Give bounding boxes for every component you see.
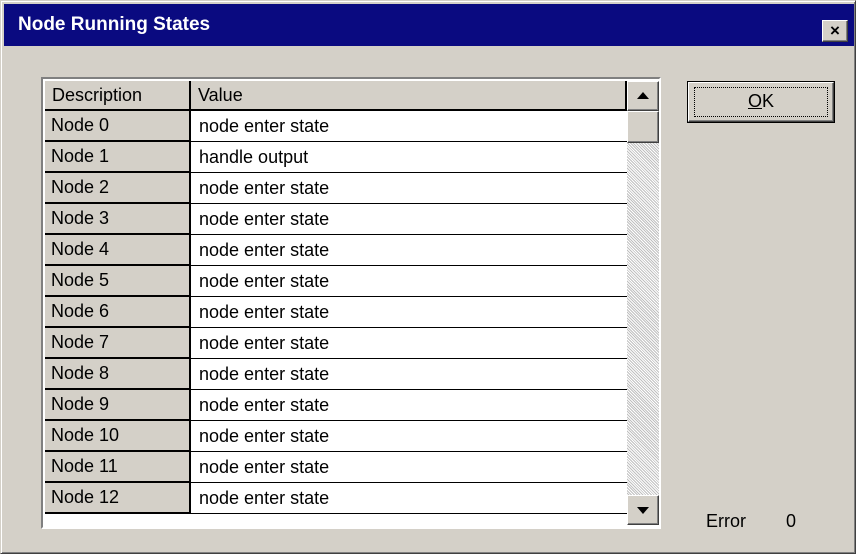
row-description[interactable]: Node 7 <box>45 328 191 359</box>
row-description[interactable]: Node 1 <box>45 142 191 173</box>
row-value[interactable]: node enter state <box>191 328 627 359</box>
row-value[interactable]: node enter state <box>191 390 627 421</box>
node-states-grid: Description Value Node 0 node enter state… <box>41 77 661 529</box>
row-description[interactable]: Node 5 <box>45 266 191 297</box>
ok-mnemonic: O <box>747 91 762 111</box>
row-description[interactable]: Node 11 <box>45 452 191 483</box>
close-button[interactable]: × <box>822 20 848 42</box>
row-value[interactable]: node enter state <box>191 359 627 390</box>
row-value[interactable]: node enter state <box>191 111 627 142</box>
vertical-scrollbar[interactable] <box>627 81 659 525</box>
error-label: Error <box>706 511 746 531</box>
scroll-up-button[interactable] <box>627 81 659 111</box>
row-value[interactable]: node enter state <box>191 297 627 328</box>
arrow-down-icon <box>637 507 649 514</box>
column-header-description[interactable]: Description <box>45 81 191 111</box>
row-value[interactable]: node enter state <box>191 483 627 514</box>
close-icon: × <box>830 21 840 40</box>
row-value[interactable]: handle output <box>191 142 627 173</box>
dialog-window: Node Running States × Description Value … <box>0 0 856 554</box>
grid-body: Description Value Node 0 node enter state… <box>45 81 627 525</box>
row-description[interactable]: Node 9 <box>45 390 191 421</box>
row-description[interactable]: Node 4 <box>45 235 191 266</box>
ok-label-rest: K <box>762 91 775 111</box>
row-description[interactable]: Node 6 <box>45 297 191 328</box>
row-description[interactable]: Node 10 <box>45 421 191 452</box>
scroll-down-button[interactable] <box>627 495 659 525</box>
row-description[interactable]: Node 3 <box>45 204 191 235</box>
row-description[interactable]: Node 0 <box>45 111 191 142</box>
arrow-up-icon <box>637 92 649 99</box>
row-value[interactable]: node enter state <box>191 452 627 483</box>
row-description[interactable]: Node 2 <box>45 173 191 204</box>
row-value[interactable]: node enter state <box>191 266 627 297</box>
ok-button-label: OK <box>688 82 834 122</box>
row-value[interactable]: node enter state <box>191 235 627 266</box>
row-value[interactable]: node enter state <box>191 173 627 204</box>
row-description[interactable]: Node 8 <box>45 359 191 390</box>
row-value[interactable]: node enter state <box>191 421 627 452</box>
row-value[interactable]: node enter state <box>191 204 627 235</box>
error-value: 0 <box>786 511 797 531</box>
column-header-value[interactable]: Value <box>191 81 627 111</box>
ok-button[interactable]: OK <box>687 81 835 123</box>
window-title: Node Running States <box>18 14 211 35</box>
title-bar[interactable]: Node Running States × <box>4 4 854 46</box>
row-description[interactable]: Node 12 <box>45 483 191 514</box>
scroll-thumb[interactable] <box>627 111 659 143</box>
